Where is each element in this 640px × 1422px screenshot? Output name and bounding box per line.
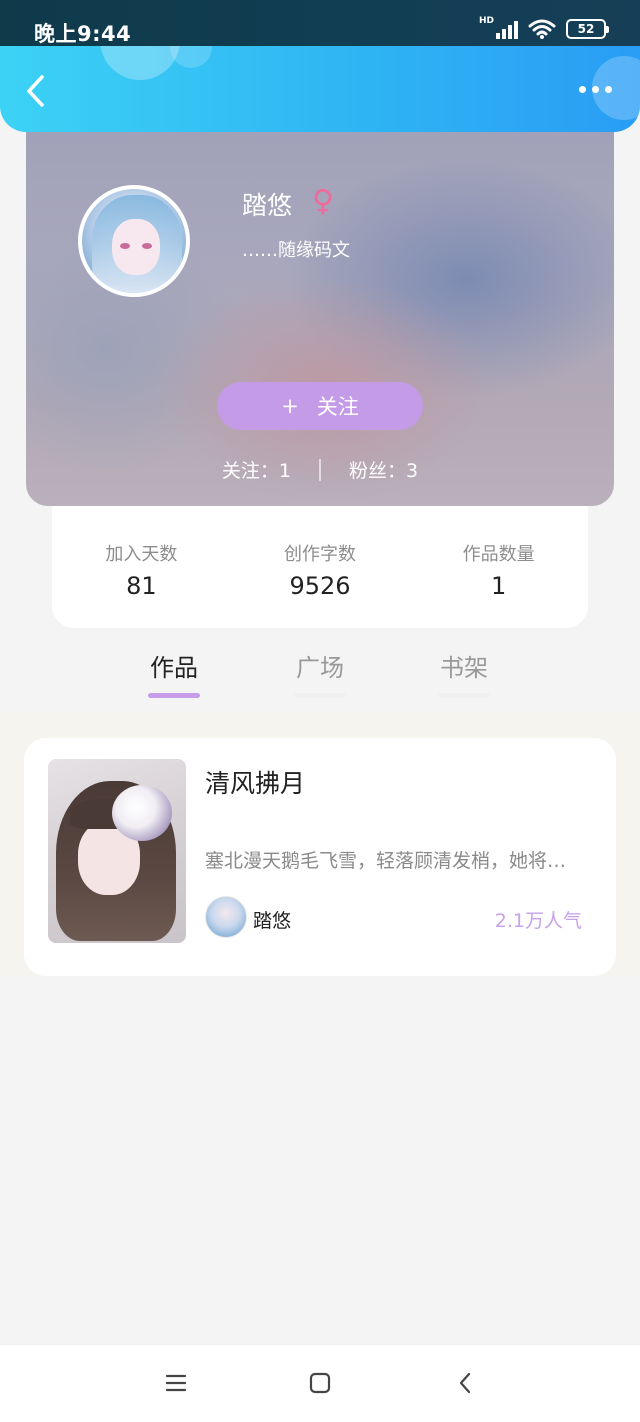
work-title: 清风拂月 xyxy=(205,769,306,798)
wifi-icon xyxy=(528,19,556,39)
avatar-eye xyxy=(142,243,152,249)
stat-label: 作品数量 xyxy=(462,544,535,565)
tab-bar: 作品 广场 书架 xyxy=(0,640,640,712)
stat-word-count: 创作字数 9526 xyxy=(231,540,410,628)
tab-works[interactable]: 作品 xyxy=(148,648,200,698)
follow-button[interactable]: + 关注 xyxy=(217,382,423,430)
tab-indicator xyxy=(294,693,346,698)
header-bar xyxy=(0,46,640,132)
profile-username: 踏悠 xyxy=(242,191,293,220)
plus-icon: + xyxy=(281,394,299,418)
battery-icon: 52 xyxy=(566,19,609,39)
stat-works-count: 作品数量 1 xyxy=(409,540,588,628)
more-dot xyxy=(579,86,586,93)
more-dot xyxy=(605,86,612,93)
work-card[interactable]: 清风拂月 塞北漫天鹅毛飞雪，轻落顾清发梢，她将… 踏悠 2.1万人气 xyxy=(24,738,616,976)
decor-bubble xyxy=(170,46,212,68)
following-count[interactable]: 关注：1 xyxy=(222,456,291,483)
follow-stats: 关注：1 粉丝：3 xyxy=(26,456,614,483)
tab-bookshelf[interactable]: 书架 xyxy=(438,648,490,698)
work-description: 塞北漫天鹅毛飞雪，轻落顾清发梢，她将… xyxy=(205,850,567,872)
avatar-eye xyxy=(120,243,130,249)
divider xyxy=(319,458,321,481)
back-icon[interactable] xyxy=(454,1371,478,1395)
stat-label: 加入天数 xyxy=(105,544,178,565)
square-icon[interactable] xyxy=(308,1371,332,1395)
back-button[interactable] xyxy=(22,74,52,108)
profile-bio: ……随缘码文 xyxy=(242,240,350,261)
stat-value: 1 xyxy=(491,572,507,600)
status-time: 晚上9:44 xyxy=(34,22,132,46)
stat-label: 创作字数 xyxy=(284,544,356,565)
stats-card: 加入天数 81 创作字数 9526 作品数量 1 xyxy=(52,490,588,628)
profile-avatar[interactable] xyxy=(78,185,190,297)
author-name: 踏悠 xyxy=(253,910,292,932)
tab-label: 广场 xyxy=(296,654,344,682)
stat-value: 81 xyxy=(126,572,157,600)
tab-label: 作品 xyxy=(150,654,198,682)
stat-value: 9526 xyxy=(289,572,351,600)
popularity-count: 2.1万人气 xyxy=(494,910,582,932)
tab-square[interactable]: 广场 xyxy=(294,648,346,698)
followers-count[interactable]: 粉丝：3 xyxy=(349,456,418,483)
more-dot xyxy=(592,86,599,93)
cover-flowers xyxy=(112,785,172,841)
tab-indicator xyxy=(148,693,200,698)
more-button[interactable] xyxy=(579,86,612,93)
decor-bubble xyxy=(100,46,180,80)
tab-indicator xyxy=(438,693,490,698)
status-icons: HD 52 xyxy=(478,16,609,40)
stat-join-days: 加入天数 81 xyxy=(52,540,231,628)
female-icon: ♀ xyxy=(312,184,334,219)
author-avatar xyxy=(205,896,247,938)
profile-card: 踏悠 ♀ ……随缘码文 + 关注 关注：1 粉丝：3 xyxy=(26,100,614,506)
hd-indicator: HD xyxy=(478,16,494,26)
menu-icon[interactable] xyxy=(164,1371,188,1395)
tab-label: 书架 xyxy=(440,654,488,682)
system-nav-bar xyxy=(0,1344,640,1422)
work-cover xyxy=(48,759,186,943)
signal-icon xyxy=(496,19,518,39)
follow-button-label: 关注 xyxy=(316,395,359,419)
avatar-face xyxy=(112,219,160,275)
